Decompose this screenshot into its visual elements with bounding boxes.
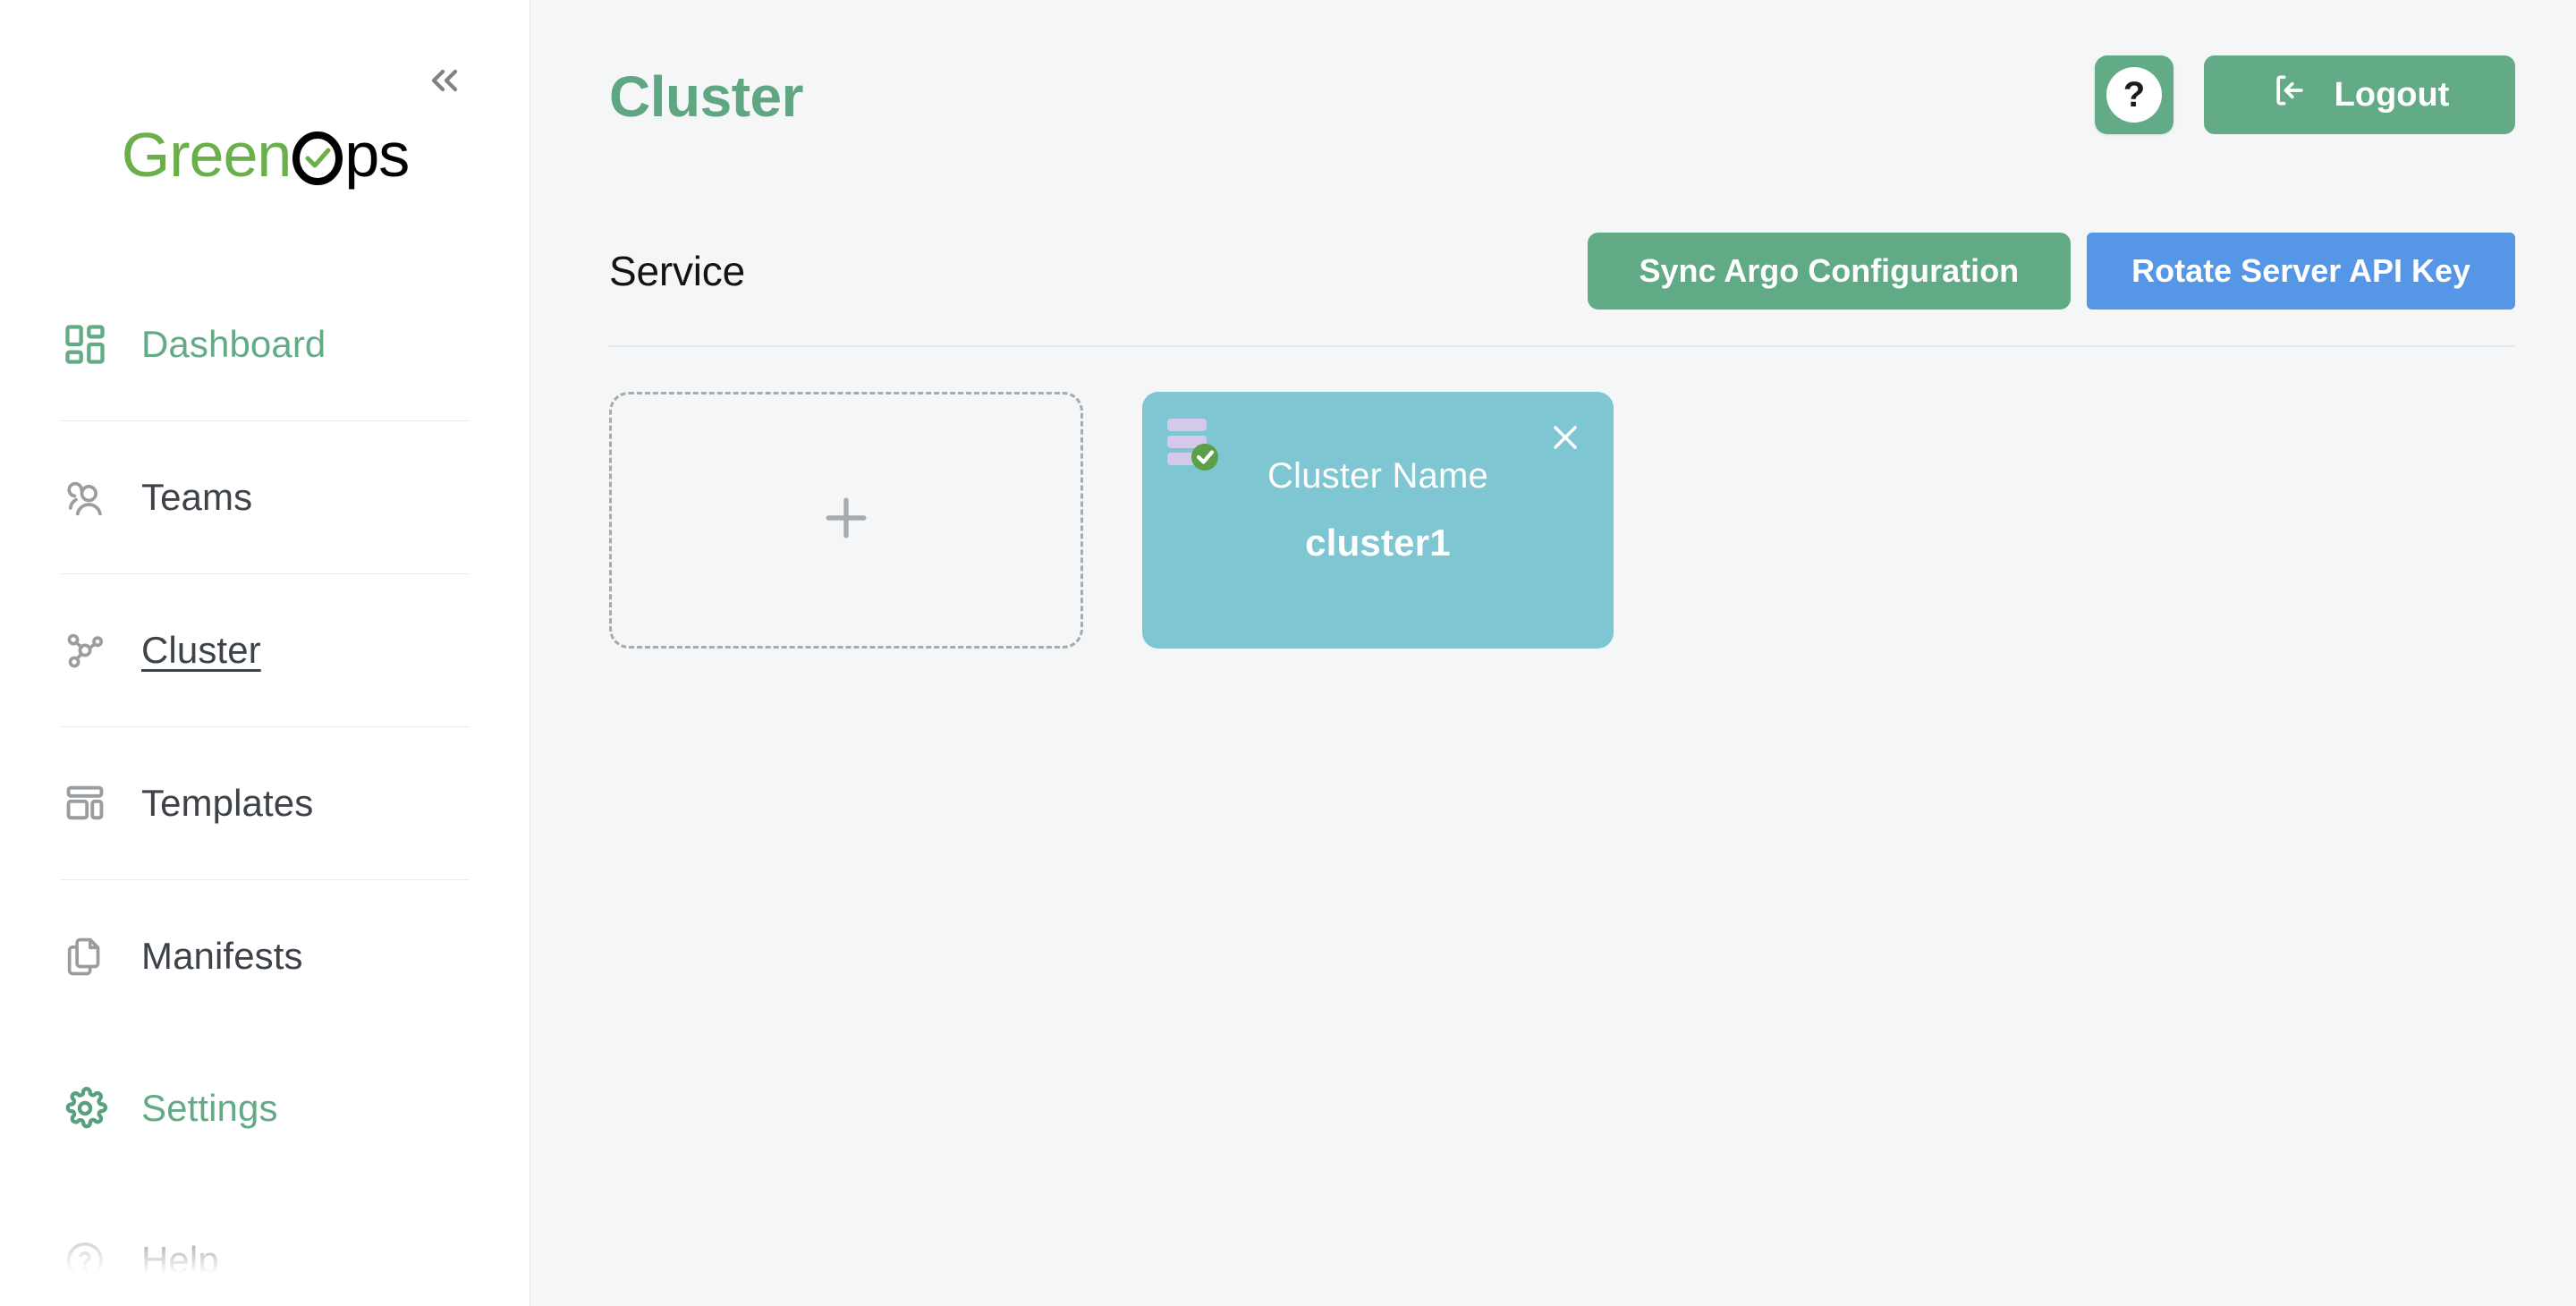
sidebar-item-label: Templates: [141, 782, 314, 824]
cluster-card[interactable]: Cluster Name cluster1: [1142, 392, 1614, 649]
question-circle-icon: [61, 1236, 109, 1285]
sidebar-collapse-button[interactable]: [411, 52, 478, 111]
sidebar-nav: Dashboard Teams Cluster Templates Manife…: [0, 268, 530, 1306]
sidebar-item-templates[interactable]: Templates: [0, 727, 530, 879]
brand-logo-ps-text: ps: [344, 120, 410, 190]
sidebar-item-label: Cluster: [141, 629, 261, 671]
main-content: Cluster ? Logout Service Sync Argo Confi…: [530, 0, 2576, 1306]
sync-argo-configuration-button[interactable]: Sync Argo Configuration: [1587, 233, 2072, 310]
help-button[interactable]: ?: [2095, 55, 2174, 134]
sidebar-item-cluster[interactable]: Cluster: [0, 574, 530, 726]
sidebar-item-label: Manifests: [141, 935, 303, 977]
sidebar-item-label: Settings: [141, 1087, 278, 1129]
documents-copy-icon: [61, 932, 109, 980]
cluster-card-label: Cluster Name: [1267, 456, 1488, 496]
brand-logo-green-text: Green: [121, 120, 292, 190]
sidebar-item-label: Help: [141, 1239, 219, 1281]
sidebar-item-help[interactable]: Help: [0, 1184, 530, 1306]
page-header: Cluster ? Logout: [609, 0, 2515, 134]
plus-icon: [816, 488, 877, 553]
logout-button[interactable]: Logout: [2204, 55, 2515, 134]
question-mark-icon: ?: [2106, 67, 2162, 123]
header-actions: ? Logout: [2095, 55, 2515, 134]
sidebar: Green ps Dashboard Teams Cluster Templat…: [0, 0, 530, 1306]
double-chevron-left-icon: [423, 59, 466, 105]
logout-arrow-icon: [2270, 71, 2309, 119]
service-section-header: Service Sync Argo Configuration Rotate S…: [609, 233, 2515, 310]
close-x-icon: [1546, 418, 1585, 460]
sidebar-item-settings[interactable]: Settings: [0, 1032, 530, 1184]
sync-argo-configuration-label: Sync Argo Configuration: [1639, 252, 2020, 289]
rotate-server-api-key-button[interactable]: Rotate Server API Key: [2087, 233, 2515, 310]
section-divider: [609, 345, 2515, 347]
brand-logo-o-check-icon: [291, 123, 344, 186]
sidebar-item-manifests[interactable]: Manifests: [0, 880, 530, 1032]
users-icon: [61, 473, 109, 522]
cluster-card-list: Cluster Name cluster1: [609, 392, 2515, 649]
add-cluster-card[interactable]: [609, 392, 1083, 649]
grid-dashboard-icon: [61, 320, 109, 369]
layout-template-icon: [61, 779, 109, 827]
cluster-card-value: cluster1: [1305, 522, 1451, 564]
app-root: Green ps Dashboard Teams Cluster Templat…: [0, 0, 2576, 1306]
sidebar-item-label: Dashboard: [141, 323, 326, 365]
logout-button-label: Logout: [2334, 75, 2450, 114]
page-title: Cluster: [609, 64, 804, 129]
sidebar-item-label: Teams: [141, 476, 253, 518]
rotate-server-api-key-label: Rotate Server API Key: [2131, 252, 2470, 289]
gear-icon: [61, 1084, 109, 1132]
sidebar-item-dashboard[interactable]: Dashboard: [0, 268, 530, 420]
service-section-actions: Sync Argo Configuration Rotate Server AP…: [1587, 233, 2515, 310]
section-title: Service: [609, 248, 745, 294]
cluster-nodes-icon: [61, 626, 109, 674]
brand-logo[interactable]: Green ps: [0, 123, 530, 186]
sidebar-item-teams[interactable]: Teams: [0, 421, 530, 573]
